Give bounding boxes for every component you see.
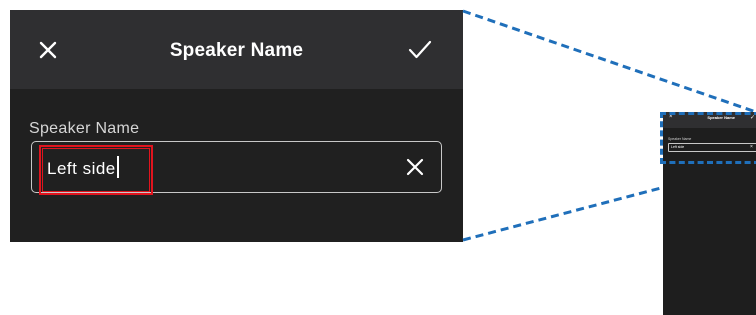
clear-icon[interactable] <box>406 158 424 176</box>
mini-callout-frame <box>660 112 756 164</box>
screenshot-stage: Speaker Name Speaker Name Left side × Sp… <box>0 0 756 315</box>
zoomed-dialog: Speaker Name Speaker Name Left side <box>10 10 463 242</box>
checkmark-icon[interactable] <box>408 40 432 60</box>
connector-top <box>462 9 756 114</box>
field-label: Speaker Name <box>29 120 140 137</box>
dialog-title: Speaker Name <box>169 40 304 61</box>
highlight-outline-inner <box>42 148 150 192</box>
